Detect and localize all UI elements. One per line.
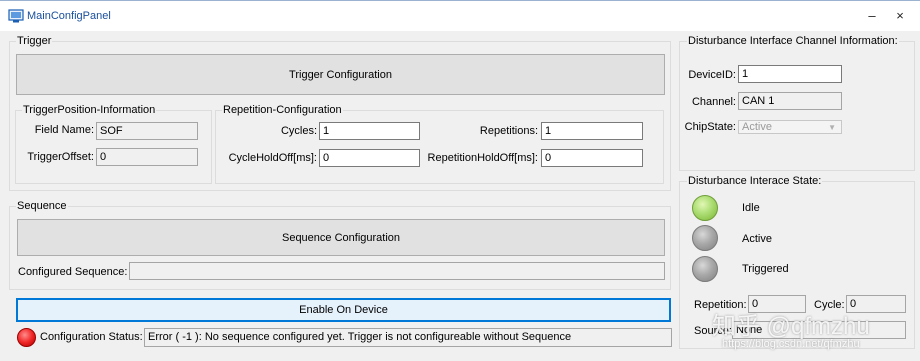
repetitions-input[interactable]: 1 <box>541 122 643 140</box>
channel-label: Channel: <box>691 96 736 108</box>
cycles-input[interactable]: 1 <box>319 122 420 140</box>
channel-field: CAN 1 <box>738 92 842 110</box>
field-name-field: SOF <box>96 122 198 140</box>
cycles-label: Cycles: <box>280 125 317 137</box>
idle-indicator-icon <box>692 195 718 221</box>
device-id-label: DeviceID: <box>688 69 736 81</box>
field-name-label: Field Name: <box>34 124 94 136</box>
idle-label: Idle <box>742 202 760 214</box>
url-watermark: https://blog.csdn.net/qfmzhu <box>722 338 860 350</box>
configured-sequence-label: Configured Sequence: <box>18 266 128 278</box>
trigger-configuration-label: Trigger Configuration <box>289 68 392 81</box>
sequence-configuration-label: Sequence Configuration <box>281 231 401 244</box>
active-label: Active <box>742 233 772 245</box>
active-indicator-icon <box>692 225 718 251</box>
chevron-down-icon: ▼ <box>828 123 836 132</box>
chip-state-select[interactable]: Active ▼ <box>738 120 842 134</box>
repetition-config-group: Repetition-Configuration Cycles: 1 Repet… <box>215 104 664 184</box>
title-bar[interactable]: MainConfigPanel – × <box>0 0 920 31</box>
client-area: Trigger Trigger Configuration TriggerPos… <box>0 31 920 361</box>
triggered-indicator-icon <box>692 256 718 282</box>
window-title: MainConfigPanel <box>27 10 111 22</box>
channel-info-legend: Disturbance Interface Channel Informatio… <box>687 35 899 47</box>
configured-sequence-field <box>129 262 665 280</box>
trigger-position-legend: TriggerPosition-Information <box>22 104 157 116</box>
trigger-legend: Trigger <box>16 35 53 47</box>
triggered-label: Triggered <box>742 263 789 275</box>
repetition-holdoff-label: RepetitionHoldOff[ms]: <box>427 152 538 164</box>
trigger-offset-label: TriggerOffset: <box>27 151 94 163</box>
trigger-position-group: TriggerPosition-Information Field Name: … <box>15 104 212 184</box>
sequence-configuration-button[interactable]: Sequence Configuration <box>17 219 665 256</box>
status-indicator-icon <box>17 328 36 347</box>
channel-info-group: Disturbance Interface Channel Informatio… <box>679 35 915 171</box>
minimize-button[interactable]: – <box>862 7 882 25</box>
chip-state-value: Active <box>742 121 772 133</box>
sequence-group: Sequence Sequence Configuration Configur… <box>9 200 671 290</box>
configuration-status-field: Error ( -1 ): No sequence configured yet… <box>144 328 672 347</box>
trigger-offset-field: 0 <box>96 148 198 166</box>
brand-watermark: 知乎 @qfmzhu <box>712 313 870 340</box>
enable-on-device-label: Enable On Device <box>299 304 388 316</box>
repetition-holdoff-input[interactable]: 0 <box>541 149 643 167</box>
chip-state-label: ChipState: <box>684 121 736 133</box>
cycle-holdoff-label: CycleHoldOff[ms]: <box>228 152 317 164</box>
trigger-configuration-button[interactable]: Trigger Configuration <box>16 54 665 95</box>
configuration-status-label: Configuration Status: <box>40 331 143 343</box>
app-icon <box>8 9 24 23</box>
repetition-config-legend: Repetition-Configuration <box>222 104 343 116</box>
device-id-input[interactable]: 1 <box>738 65 842 83</box>
trigger-group: Trigger Trigger Configuration TriggerPos… <box>9 35 671 191</box>
interface-state-legend: Disturbance Interace State: <box>687 175 823 187</box>
sequence-legend: Sequence <box>16 200 68 212</box>
cycle-holdoff-input[interactable]: 0 <box>319 149 420 167</box>
enable-on-device-button[interactable]: Enable On Device <box>16 298 671 322</box>
repetitions-label: Repetitions: <box>479 125 538 137</box>
close-button[interactable]: × <box>890 7 910 25</box>
